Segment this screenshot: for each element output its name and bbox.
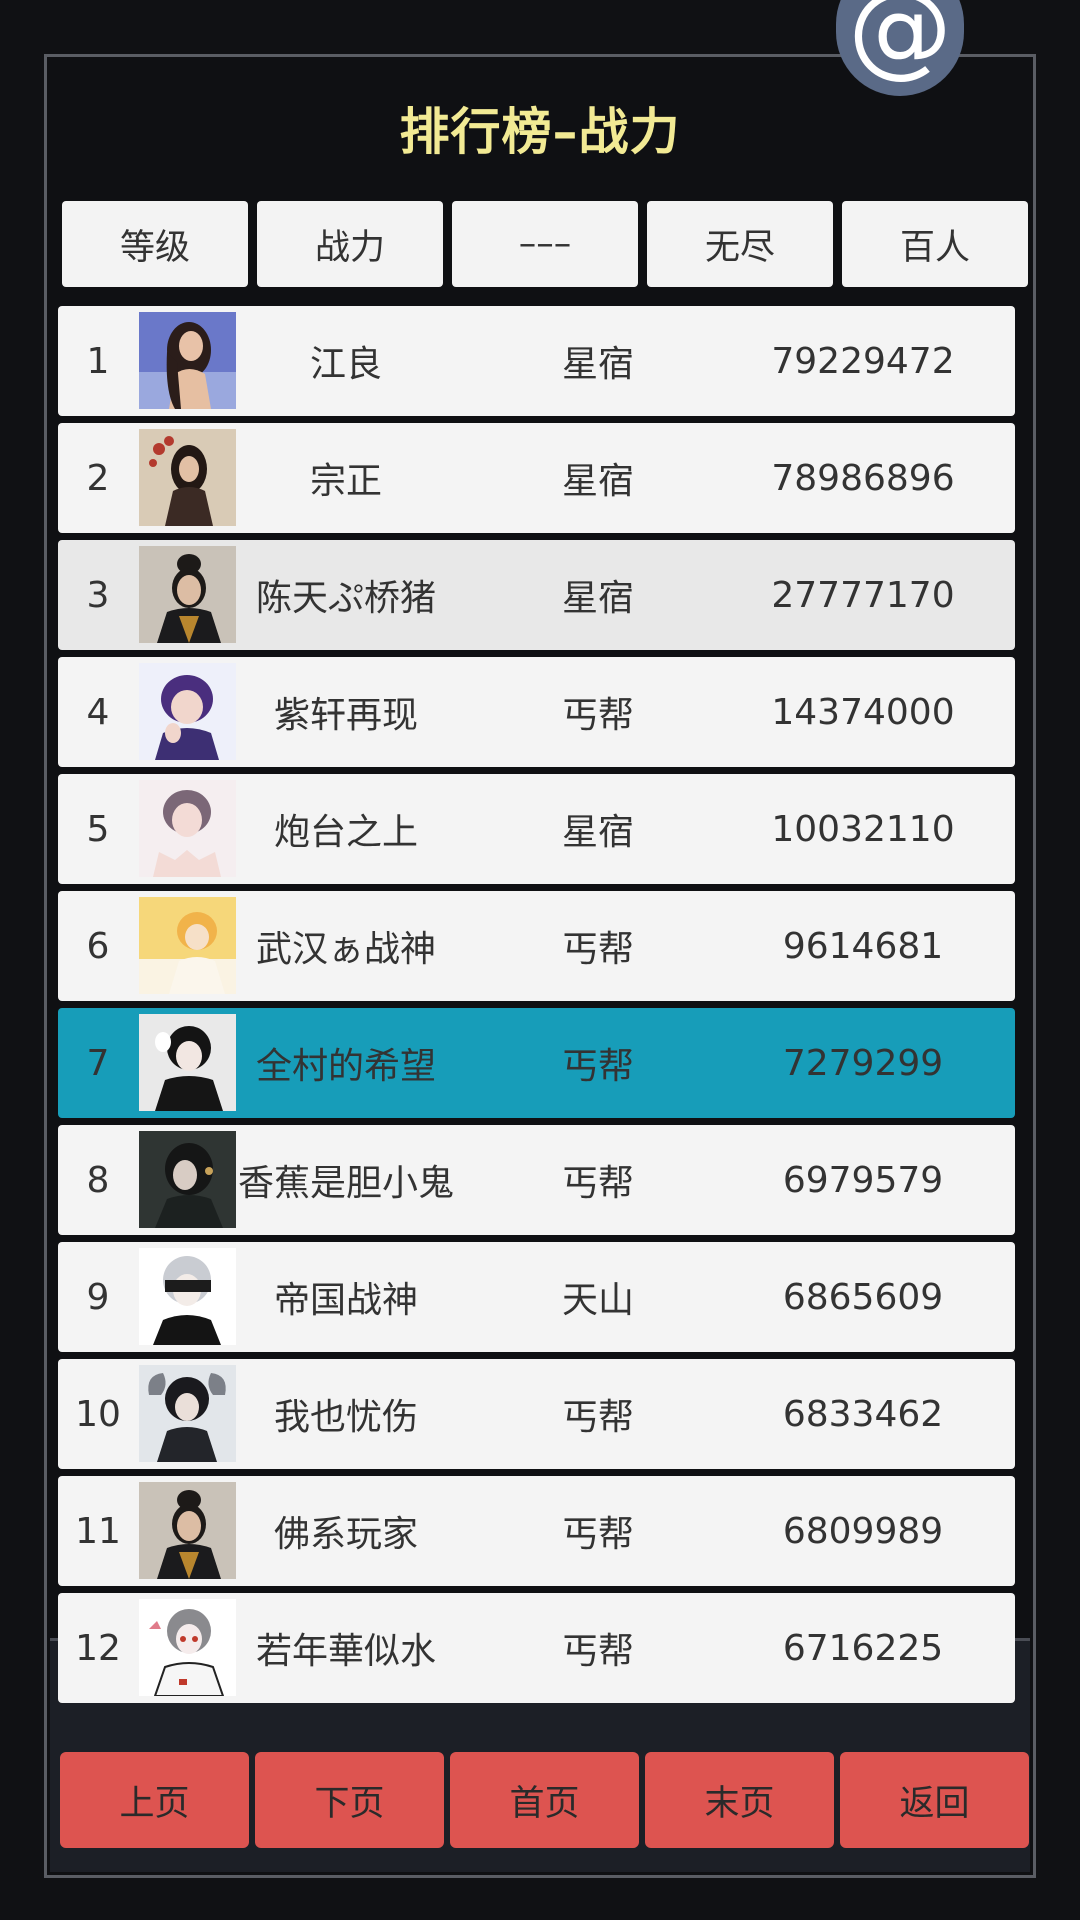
tab-power[interactable]: 战力 (257, 201, 443, 287)
player-power: 14374000 (771, 691, 955, 733)
tab-endless[interactable]: 无尽 (647, 201, 833, 287)
player-name: 陈天ぷ桥猪 (255, 578, 436, 619)
player-faction: 丐帮 (561, 695, 634, 736)
page-title: 排行榜–战力 (399, 103, 681, 161)
player-faction: 星宿 (561, 344, 634, 385)
player-power: 79229472 (771, 340, 955, 382)
rank-number: 9 (86, 1276, 110, 1318)
player-name: 江良 (309, 344, 382, 385)
player-faction: 星宿 (561, 578, 634, 619)
avatar (139, 780, 236, 877)
rank-number: 8 (86, 1159, 110, 1201)
player-faction: 丐帮 (561, 1397, 634, 1438)
avatar (139, 1599, 236, 1696)
rank-number: 12 (75, 1627, 121, 1669)
avatar (139, 1365, 236, 1462)
player-faction: 丐帮 (561, 1514, 634, 1555)
avatar (139, 546, 236, 643)
table-row[interactable]: 2 宗正 星宿 78986896 (58, 423, 1015, 533)
player-power: 6833462 (782, 1393, 944, 1435)
next-page-button[interactable]: 下页 (255, 1752, 444, 1848)
player-power: 78986896 (771, 457, 955, 499)
player-name: 香蕉是胆小鬼 (238, 1163, 455, 1204)
table-row[interactable]: 4 紫轩再现 丐帮 14374000 (58, 657, 1015, 767)
player-power: 10032110 (771, 808, 955, 850)
player-faction: 丐帮 (561, 1046, 634, 1087)
avatar (139, 1482, 236, 1579)
prev-page-button[interactable]: 上页 (60, 1752, 249, 1848)
player-name: 炮台之上 (273, 812, 418, 853)
player-name: 紫轩再现 (273, 695, 418, 736)
player-faction: 星宿 (561, 812, 634, 853)
at-icon[interactable]: @ (836, 0, 964, 96)
avatar (139, 1248, 236, 1345)
rank-number: 11 (75, 1510, 121, 1552)
tab-placeholder[interactable]: ––– (452, 201, 638, 287)
table-row[interactable]: 11 佛系玩家 丐帮 6809989 (58, 1476, 1015, 1586)
table-row[interactable]: 9 帝国战神 天山 6865609 (58, 1242, 1015, 1352)
rank-number: 10 (75, 1393, 121, 1435)
avatar (139, 897, 236, 994)
table-row[interactable]: 1 江良 星宿 79229472 (58, 306, 1015, 416)
player-name: 若年華似水 (255, 1631, 436, 1672)
table-row[interactable]: 3 陈天ぷ桥猪 星宿 27777170 (58, 540, 1015, 650)
pagination-bar: 上页 下页 首页 末页 返回 (60, 1752, 1029, 1848)
rank-number: 3 (86, 574, 110, 616)
player-faction: 星宿 (561, 461, 634, 502)
player-faction: 丐帮 (561, 1163, 634, 1204)
player-power: 9614681 (782, 925, 944, 967)
player-power: 7279299 (782, 1042, 944, 1084)
table-row[interactable]: 12 若年華似水 丐帮 6716225 (58, 1593, 1015, 1703)
rank-number: 1 (86, 340, 110, 382)
avatar (139, 312, 236, 409)
rank-number: 2 (86, 457, 110, 499)
first-page-button[interactable]: 首页 (450, 1752, 639, 1848)
tab-level[interactable]: 等级 (62, 201, 248, 287)
back-button[interactable]: 返回 (840, 1752, 1029, 1848)
table-row[interactable]: 6 武汉ぁ战神 丐帮 9614681 (58, 891, 1015, 1001)
avatar (139, 429, 236, 526)
category-tabs: 等级 战力 ––– 无尽 百人 (62, 201, 1028, 287)
player-power: 27777170 (771, 574, 955, 616)
avatar (139, 663, 236, 760)
player-name: 佛系玩家 (273, 1514, 418, 1555)
player-faction: 天山 (561, 1280, 634, 1321)
player-power: 6809989 (782, 1510, 944, 1552)
avatar (139, 1131, 236, 1228)
table-row[interactable]: 10 我也忧伤 丐帮 6833462 (58, 1359, 1015, 1469)
tab-hundred[interactable]: 百人 (842, 201, 1028, 287)
player-faction: 丐帮 (561, 929, 634, 970)
last-page-button[interactable]: 末页 (645, 1752, 834, 1848)
player-name: 我也忧伤 (273, 1397, 418, 1438)
player-power: 6716225 (782, 1627, 944, 1669)
player-power: 6865609 (782, 1276, 944, 1318)
rank-number: 7 (86, 1042, 110, 1084)
table-row-selected[interactable]: 7 全村的希望 丐帮 7279299 (58, 1008, 1015, 1118)
player-faction: 丐帮 (561, 1631, 634, 1672)
player-power: 6979579 (782, 1159, 944, 1201)
rank-number: 4 (86, 691, 110, 733)
avatar (139, 1014, 236, 1111)
rank-number: 6 (86, 925, 110, 967)
rank-number: 5 (86, 808, 110, 850)
table-row[interactable]: 5 炮台之上 星宿 10032110 (58, 774, 1015, 884)
ranking-list: 1 江良 星宿 79229472 2 宗正 星宿 78986896 3 陈天ぷ桥… (58, 306, 1015, 1710)
player-name: 全村的希望 (255, 1046, 436, 1087)
table-row[interactable]: 8 香蕉是胆小鬼 丐帮 6979579 (58, 1125, 1015, 1235)
player-name: 帝国战神 (273, 1280, 418, 1321)
player-name: 宗正 (309, 461, 382, 502)
player-name: 武汉ぁ战神 (255, 929, 436, 970)
